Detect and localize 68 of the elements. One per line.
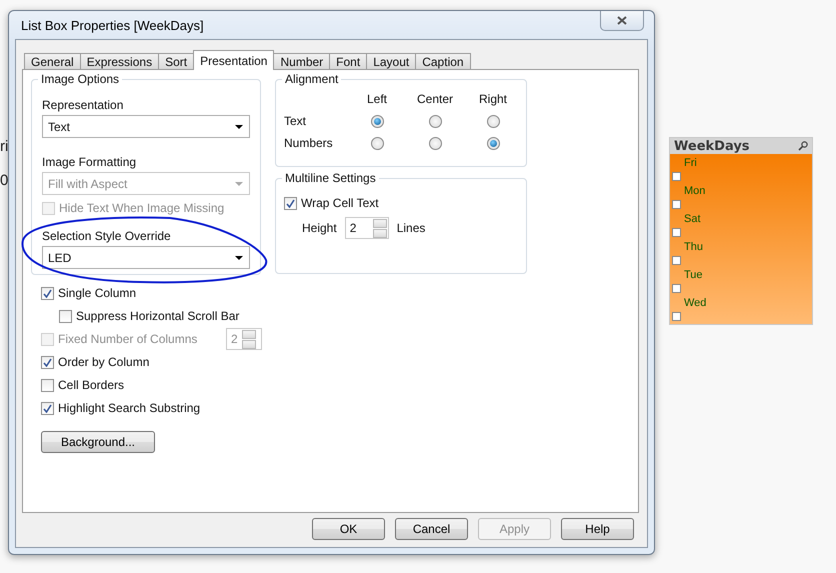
field-label: Representation	[42, 98, 124, 112]
search-icon[interactable]	[798, 141, 808, 151]
close-button[interactable]	[600, 11, 644, 31]
checkbox-label: Suppress Horizontal Scroll Bar	[76, 309, 240, 323]
checkbox[interactable]	[672, 172, 681, 181]
checkbox[interactable]	[672, 256, 681, 265]
background-text: ri	[0, 138, 8, 155]
background-text: 0	[0, 172, 8, 189]
checkbox-label: Fixed Number of Columns	[58, 332, 198, 346]
field-label: Image Formatting	[42, 155, 138, 169]
group-title: Alignment	[282, 72, 342, 86]
radio-button[interactable]	[486, 136, 500, 150]
checkbox-label: Order by Column	[58, 355, 150, 369]
checkbox[interactable]	[672, 200, 681, 209]
number-spinner[interactable]: 2	[344, 217, 389, 239]
dialog-button[interactable]: OK	[312, 518, 385, 540]
tab[interactable]: Font	[329, 53, 368, 70]
dropdown-field[interactable]: Text	[42, 115, 250, 138]
tab[interactable]: Number	[273, 53, 330, 70]
field-label: Lines	[396, 221, 426, 235]
field-label: Selection Style Override	[42, 229, 172, 243]
checkbox[interactable]	[672, 228, 681, 237]
row-label: Text	[284, 114, 306, 128]
column-label: Left	[366, 92, 387, 106]
checkbox-label: Highlight Search Substring	[58, 401, 200, 415]
list-item[interactable]: Sat	[684, 212, 812, 226]
radio-button[interactable]	[428, 136, 442, 150]
radio-button[interactable]	[370, 114, 384, 128]
checkbox[interactable]	[41, 356, 54, 368]
list-item[interactable]: Thu	[684, 240, 812, 254]
column-label: Center	[416, 92, 454, 106]
field-label: Height	[302, 221, 337, 235]
background-button[interactable]: Background...	[41, 431, 155, 453]
dropdown-arrow-icon	[235, 124, 243, 128]
checkbox[interactable]	[59, 310, 72, 322]
tab[interactable]: Expressions	[80, 53, 160, 70]
checkbox[interactable]	[284, 196, 297, 210]
radio-button[interactable]	[486, 114, 500, 128]
checkbox-label: Wrap Cell Text	[301, 196, 379, 210]
checkbox[interactable]	[41, 402, 54, 414]
close-icon	[617, 16, 627, 25]
tab[interactable]: Caption	[415, 53, 471, 70]
checkbox-label: Single Column	[58, 286, 136, 300]
dropdown-field[interactable]: LED	[42, 246, 250, 269]
checkbox[interactable]	[672, 312, 681, 321]
dropdown-arrow-icon	[235, 182, 243, 186]
group-title: Multiline Settings	[282, 171, 379, 185]
window-title: List Box Properties [WeekDays]	[21, 18, 204, 32]
tab[interactable]: Sort	[158, 53, 194, 70]
dialog-button[interactable]: Help	[561, 518, 634, 540]
column-label: Right	[478, 92, 507, 106]
tab[interactable]: General	[24, 53, 81, 70]
checkbox[interactable]	[672, 284, 681, 293]
group-title: Image Options	[38, 72, 122, 86]
tab[interactable]: Presentation	[193, 50, 274, 70]
list-item[interactable]: Wed	[684, 296, 812, 310]
radio-button[interactable]	[428, 114, 442, 128]
row-label: Numbers	[284, 136, 333, 150]
checkbox[interactable]	[41, 378, 54, 392]
radio-button[interactable]	[370, 136, 384, 150]
checkbox-label: Hide Text When Image Missing	[59, 201, 224, 215]
list-item[interactable]: Tue	[684, 268, 812, 282]
checkbox-label: Cell Borders	[58, 378, 124, 392]
tab[interactable]: Layout	[366, 53, 416, 70]
checkbox[interactable]	[41, 286, 54, 300]
dropdown-arrow-icon	[235, 256, 243, 260]
dialog-button[interactable]: Cancel	[395, 518, 468, 540]
list-box-title: WeekDays	[674, 138, 750, 154]
